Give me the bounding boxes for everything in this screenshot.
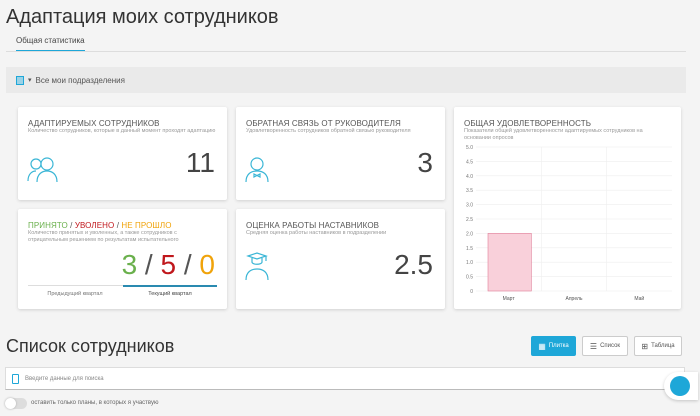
- list-icon: ☰: [589, 341, 598, 351]
- x-tick-label: Май: [634, 295, 644, 302]
- x-tick-label: Март: [503, 296, 516, 302]
- y-tick-label: 3.0: [466, 203, 473, 209]
- assistant-button[interactable]: [664, 372, 698, 400]
- card-title: Оценка работы наставников: [246, 221, 380, 230]
- divider: [6, 51, 686, 52]
- card-feedback: Обратная связь от руководителя Удовлетво…: [236, 107, 445, 200]
- card-title: Адаптируемых сотрудников: [28, 119, 160, 128]
- view-tiles-button[interactable]: ▦ Плитка: [531, 336, 576, 356]
- hired-value: 3: [121, 249, 138, 280]
- card-mentors: Оценка работы наставников Средняя оценка…: [236, 209, 445, 309]
- view-list-button[interactable]: ☰ Список: [582, 336, 628, 356]
- failed-label: НЕ ПРОШЛО: [121, 221, 172, 230]
- manager-icon: [245, 157, 269, 183]
- sep: /: [67, 221, 75, 230]
- fired-label: УВОЛЕНО: [74, 221, 115, 230]
- department-filter[interactable]: ▾ Все мои подразделения: [6, 67, 686, 93]
- chevron-down-icon: ▾: [28, 77, 32, 84]
- bar-chart: 0 0.5 1.0 1.5 2.0 2.5 3.0 3.5 4.0 4.5 5.0 Март Апрел…: [466, 145, 672, 302]
- tab-previous-quarter[interactable]: Предыдущий квартал: [28, 287, 122, 297]
- label: Плитка: [548, 343, 569, 349]
- fired-value: 5: [160, 249, 177, 280]
- card-value: 11: [185, 147, 215, 178]
- filter-label: Все мои подразделения: [35, 75, 125, 85]
- assistant-icon: [670, 376, 690, 396]
- hired-label: ПРИНЯТО: [28, 221, 68, 230]
- tab-general-stats[interactable]: Общая статистика: [16, 36, 85, 52]
- card-desc: Количество сотрудников, которые в данный…: [28, 128, 216, 134]
- building-icon: [16, 75, 24, 85]
- card-desc: Средняя оценка работы наставников в подр…: [246, 230, 387, 236]
- y-tick-label: 5.0: [466, 145, 473, 151]
- search-placeholder: Введите данные для поиска: [25, 375, 104, 382]
- graduate-icon: [245, 252, 269, 281]
- hired-values: 3 / 5 / 0: [121, 249, 215, 280]
- y-tick-label: 2.5: [466, 217, 473, 223]
- x-tick-label: Апрель: [566, 296, 583, 302]
- table-icon: ⊞: [641, 341, 649, 351]
- bar: [487, 233, 532, 292]
- y-tick-label: 0.5: [466, 275, 473, 281]
- y-tick-label: 1.5: [466, 246, 473, 252]
- toggle-label: оставить только планы, в которых я участ…: [31, 400, 159, 406]
- section-title: Список сотрудников: [6, 336, 175, 356]
- failed-value: 0: [199, 249, 215, 280]
- tab-current-quarter[interactable]: Текущий квартал: [123, 285, 217, 297]
- y-tick-label: 2.0: [466, 231, 473, 237]
- participation-toggle[interactable]: [5, 398, 27, 409]
- card-title: Обратная связь от руководителя: [246, 119, 401, 128]
- card-satisfaction-chart: ОБЩАЯ УДОВЛЕТВОРЕННОСТЬ Показатели общей…: [454, 107, 681, 309]
- y-tick-label: 4.0: [466, 174, 473, 180]
- view-table-button[interactable]: ⊞ Таблица: [634, 336, 682, 356]
- card-value: 2.5: [394, 249, 433, 280]
- label: Список: [600, 343, 621, 349]
- card-title: ПРИНЯТО / УВОЛЕНО / НЕ ПРОШЛО: [28, 221, 172, 230]
- y-tick-label: 1.0: [466, 260, 473, 266]
- page-title: Адаптация моих сотрудников: [6, 6, 279, 28]
- document-search-icon: [12, 373, 19, 384]
- label: Таблица: [651, 343, 675, 349]
- grid-icon: ▦: [538, 341, 546, 351]
- card-adapting: Адаптируемых сотрудников Количество сотр…: [18, 107, 227, 200]
- y-tick-label: 0: [470, 289, 473, 295]
- card-value: 3: [417, 147, 433, 178]
- y-tick-label: 4.5: [466, 159, 473, 165]
- search-input[interactable]: Введите данные для поиска: [5, 367, 685, 390]
- y-tick-label: 3.5: [466, 188, 473, 194]
- card-hired-fired: ПРИНЯТО / УВОЛЕНО / НЕ ПРОШЛО Количество…: [18, 209, 227, 309]
- card-desc: Количество принятых и уволенных, а также…: [28, 230, 179, 243]
- card-desc: Удовлетворенность сотрудников обратной с…: [246, 128, 411, 134]
- people-icon: [27, 157, 58, 183]
